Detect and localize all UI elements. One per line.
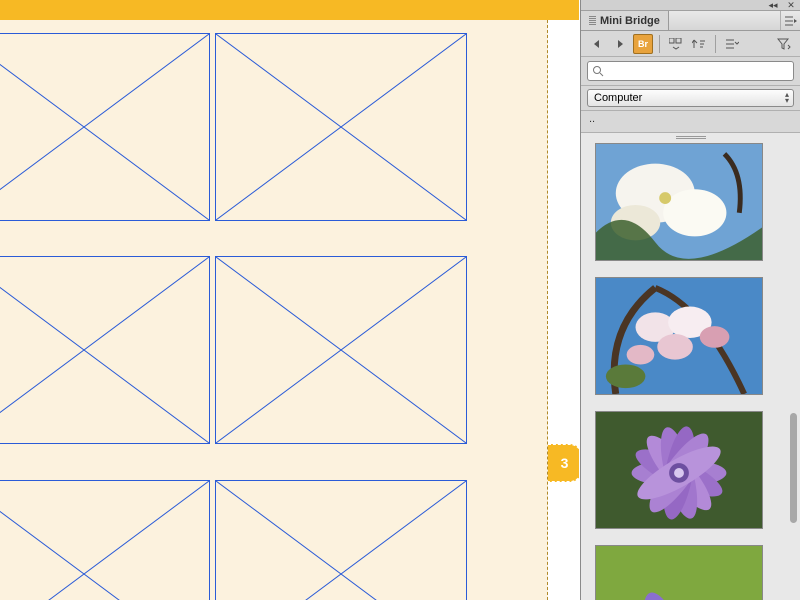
panel-tab-label: Mini Bridge bbox=[600, 15, 660, 27]
thumbnail-list bbox=[595, 143, 780, 600]
toolbar-separator bbox=[659, 35, 660, 53]
search-input[interactable] bbox=[604, 65, 789, 77]
page-top-band bbox=[0, 0, 579, 20]
document-canvas[interactable]: 3 bbox=[0, 0, 579, 600]
thumbnail-item[interactable] bbox=[595, 277, 763, 395]
collapse-icon[interactable]: ◂◂ bbox=[768, 1, 778, 9]
dropdown-arrows-icon: ▴▾ bbox=[785, 92, 789, 104]
path-row[interactable]: .. bbox=[581, 111, 800, 133]
thumbnail-item[interactable] bbox=[595, 411, 763, 529]
placeholder-frame[interactable] bbox=[215, 480, 467, 600]
placeholder-frame[interactable] bbox=[0, 480, 210, 600]
thumbnail-area[interactable] bbox=[581, 133, 800, 600]
thumbnail-item[interactable] bbox=[595, 143, 763, 261]
nav-back-button[interactable] bbox=[587, 34, 607, 54]
panel-tab-mini-bridge[interactable]: Mini Bridge bbox=[581, 11, 669, 30]
location-dropdown-value: Computer bbox=[594, 92, 642, 104]
sort-button[interactable] bbox=[689, 34, 709, 54]
open-bridge-button[interactable]: Br bbox=[633, 34, 653, 54]
page-number-label: 3 bbox=[561, 455, 569, 471]
resize-grip[interactable] bbox=[581, 133, 800, 141]
path-label: .. bbox=[589, 113, 595, 125]
close-icon[interactable]: ✕ bbox=[786, 1, 796, 9]
panel-window-controls: ◂◂ ✕ bbox=[581, 0, 800, 11]
search-icon bbox=[592, 65, 604, 77]
thumbnail-item[interactable] bbox=[595, 545, 763, 600]
page-number-tab[interactable]: 3 bbox=[548, 444, 579, 482]
view-mode-button[interactable] bbox=[666, 34, 686, 54]
search-box[interactable] bbox=[587, 61, 794, 81]
nav-forward-button[interactable] bbox=[610, 34, 630, 54]
placeholder-frame[interactable] bbox=[0, 33, 210, 221]
search-row bbox=[581, 57, 800, 86]
filter-button[interactable] bbox=[774, 34, 794, 54]
placeholder-frame[interactable] bbox=[215, 256, 467, 444]
list-options-button[interactable] bbox=[722, 34, 742, 54]
placeholder-frame[interactable] bbox=[0, 256, 210, 444]
grip-icon bbox=[589, 16, 596, 26]
panel-flyout-menu-button[interactable] bbox=[780, 11, 800, 30]
scrollbar-thumb[interactable] bbox=[790, 413, 797, 523]
placeholder-frame[interactable] bbox=[215, 33, 467, 221]
mini-bridge-panel: ◂◂ ✕ Mini Bridge Br bbox=[580, 0, 800, 600]
page-background bbox=[0, 20, 548, 600]
toolbar-separator bbox=[715, 35, 716, 53]
panel-tab-bar: Mini Bridge bbox=[581, 11, 800, 31]
location-dropdown[interactable]: Computer ▴▾ bbox=[587, 89, 794, 107]
mini-bridge-toolbar: Br bbox=[581, 31, 800, 57]
